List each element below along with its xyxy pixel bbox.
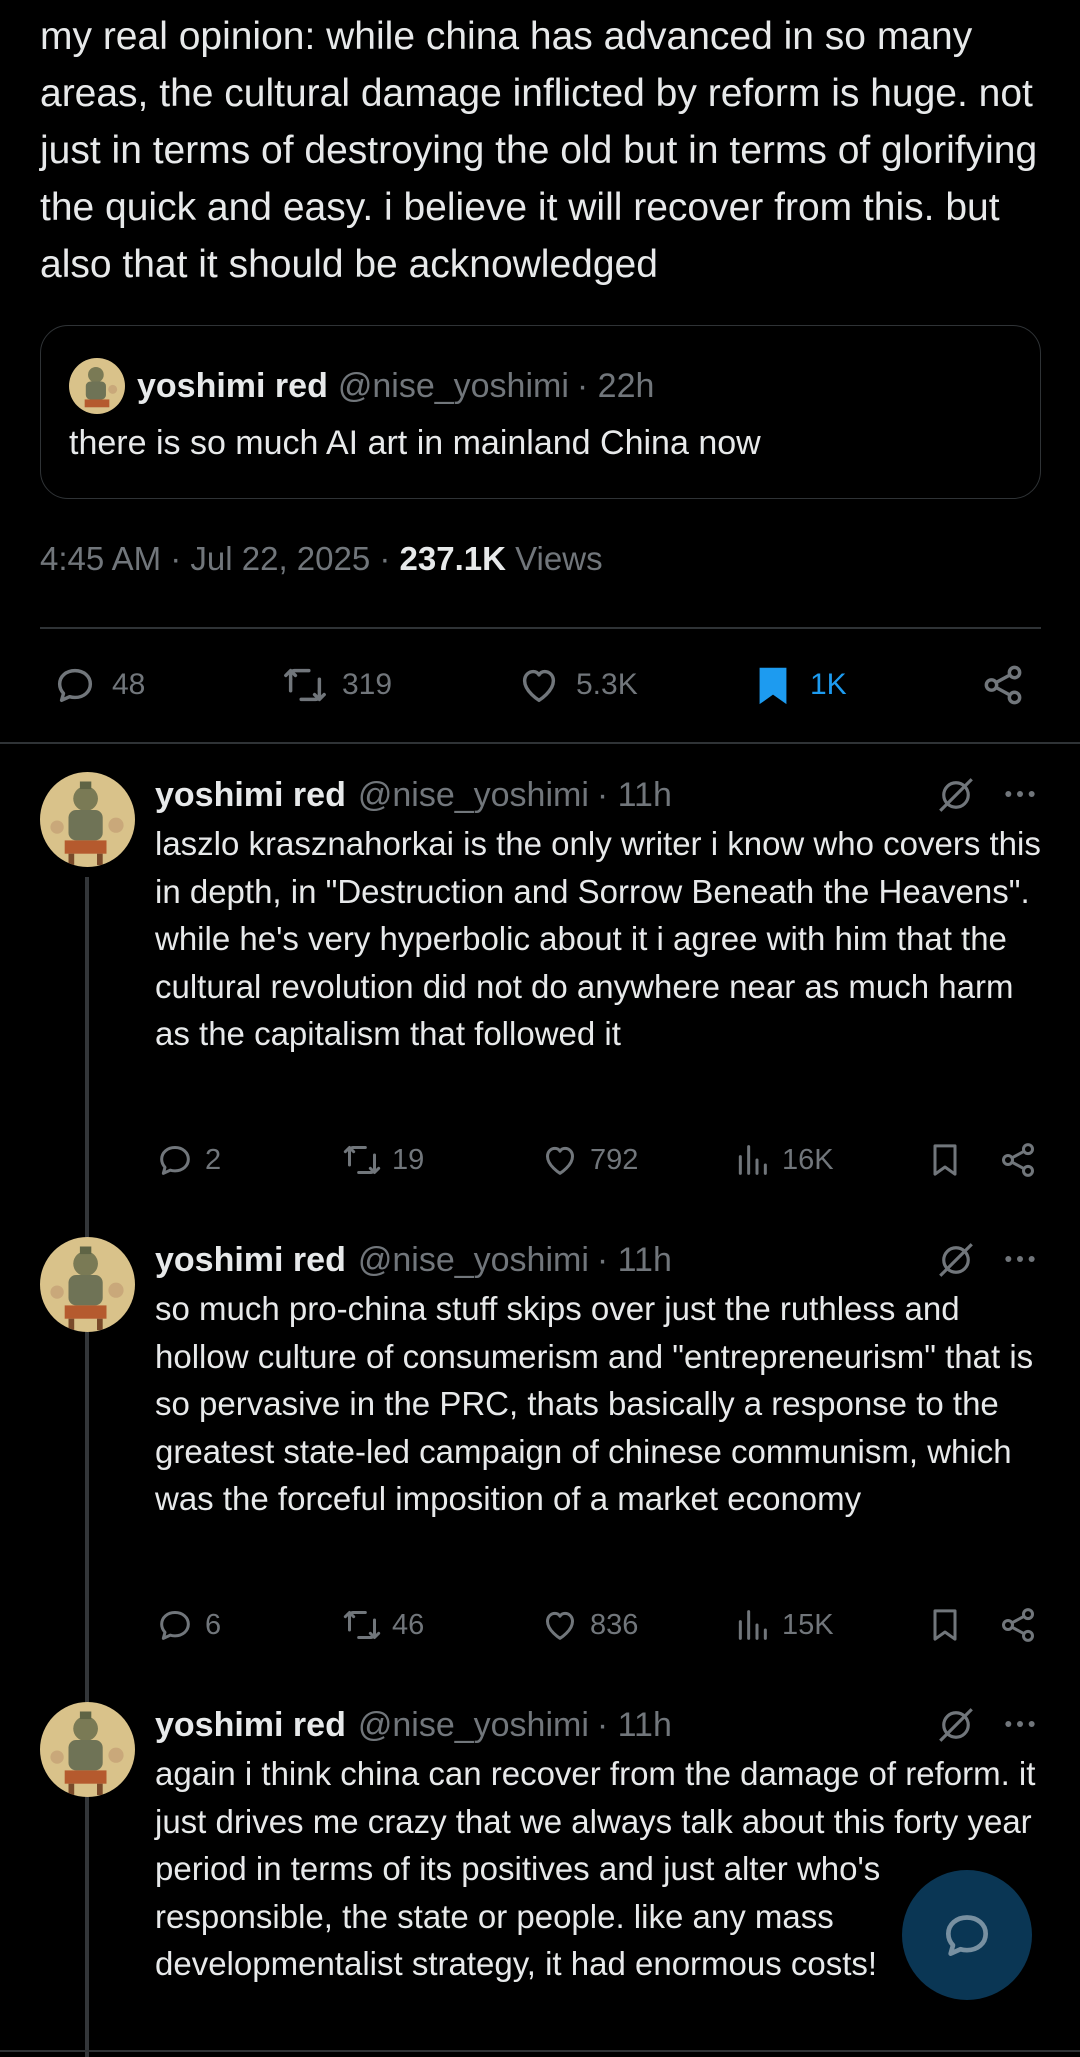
bookmark-button[interactable]: 1K [750,662,847,708]
repost-count: 319 [342,668,393,701]
post-time: · 11h [596,775,672,814]
divider [0,742,1080,744]
reply-actions: 2 19 792 16K [0,1140,1080,1190]
views-button[interactable]: 16K [732,1140,834,1180]
bookmark-icon[interactable] [925,1140,965,1180]
quoted-author-handle[interactable]: @nise_yoshimi [338,367,569,406]
divider [0,2050,1080,2052]
reply-actions: 6 46 836 15K [0,1605,1080,1655]
more-icon[interactable] [1000,1239,1040,1279]
more-icon[interactable] [1000,1704,1040,1744]
author-name[interactable]: yoshimi red [155,776,346,815]
reply-count: 48 [112,668,146,701]
reply-button[interactable]: 48 [52,662,145,708]
post-timestamp: 4:45 AM · Jul 22, 2025 · 237.1K Views [40,540,603,578]
reply-header: yoshimi red @nise_yoshimi · 11h [155,1700,672,1750]
reply-header: yoshimi red @nise_yoshimi · 11h [155,770,672,820]
reply-count: 6 [205,1608,222,1641]
repost-count: 46 [392,1608,425,1641]
bookmark-icon [759,667,787,705]
quoted-post-text: there is so much AI art in mainland Chin… [69,424,761,462]
author-handle[interactable]: @nise_yoshimi [358,776,589,815]
reply-post[interactable]: yoshimi red @nise_yoshimi · 11h so much … [0,1235,1080,1655]
reply-icon [946,1915,988,1956]
avatar[interactable] [69,358,125,414]
repost-icon [343,1611,381,1639]
grok-icon[interactable] [935,1239,977,1281]
views-count: 15K [782,1608,834,1641]
like-button[interactable]: 5.3K [516,662,638,708]
author-name[interactable]: yoshimi red [155,1706,346,1745]
quoted-post-time: · 22h [576,366,655,405]
like-count: 5.3K [576,668,638,701]
views-button[interactable]: 15K [732,1605,834,1645]
author-handle[interactable]: @nise_yoshimi [358,1241,589,1280]
divider [40,627,1041,629]
like-button[interactable]: 836 [540,1605,638,1645]
repost-button[interactable]: 319 [282,662,392,708]
reply-header: yoshimi red @nise_yoshimi · 11h [155,1235,672,1285]
heart-icon [546,1146,574,1175]
repost-button[interactable]: 46 [342,1605,424,1645]
repost-count: 19 [392,1143,425,1176]
reply-icon [160,1146,190,1175]
reply-count: 2 [205,1143,222,1176]
like-count: 836 [590,1608,639,1641]
views-label: Views [505,540,603,577]
reply-text: so much pro-china stuff skips over just … [155,1290,1034,1517]
more-icon[interactable] [1000,774,1040,814]
share-icon [984,665,1022,705]
avatar[interactable] [40,1237,135,1332]
avatar[interactable] [40,772,135,867]
repost-button[interactable]: 19 [342,1140,424,1180]
reply-button[interactable]: 6 [155,1605,221,1645]
heart-icon [546,1611,574,1640]
views-count[interactable]: 237.1K [400,540,506,577]
post-time: · 11h [596,1240,672,1279]
post-actions: 48 319 5.3K 1K [0,655,1080,715]
heart-icon [522,669,556,703]
views-count: 16K [782,1143,834,1176]
post-time: · 11h [596,1705,672,1744]
quoted-post-header: yoshimi red @nise_yoshimi · 22h [69,356,654,416]
like-count: 792 [590,1143,639,1176]
quoted-author-name[interactable]: yoshimi red [137,367,328,406]
reply-button[interactable]: 2 [155,1140,221,1180]
grok-icon[interactable] [935,774,977,816]
compose-reply-button[interactable] [902,1870,1032,2000]
quoted-post[interactable]: yoshimi red @nise_yoshimi · 22h there is… [40,325,1041,499]
grok-icon[interactable] [935,1704,977,1746]
share-icon[interactable] [998,1140,1038,1180]
reply-icon [160,1611,190,1640]
main-post-text: my real opinion: while china has advance… [40,15,1038,286]
author-name[interactable]: yoshimi red [155,1241,346,1280]
main-post: my real opinion: while china has advance… [40,8,1040,293]
like-button[interactable]: 792 [540,1140,638,1180]
reply-text: laszlo krasznahorkai is the only writer … [155,825,1041,1052]
reply-post[interactable]: yoshimi red @nise_yoshimi · 11h again i … [0,1700,1080,2057]
author-handle[interactable]: @nise_yoshimi [358,1706,589,1745]
share-button[interactable] [980,662,1040,708]
analytics-icon [738,1145,767,1175]
share-icon[interactable] [998,1605,1038,1645]
avatar[interactable] [40,1702,135,1797]
repost-icon [343,1146,381,1174]
repost-icon [284,668,326,702]
reply-post[interactable]: yoshimi red @nise_yoshimi · 11h laszlo k… [0,770,1080,1190]
reply-icon [57,668,93,703]
bookmark-icon[interactable] [925,1605,965,1645]
post-time-date: 4:45 AM · Jul 22, 2025 · [40,540,400,577]
bookmark-count: 1K [810,668,847,701]
analytics-icon [738,1610,767,1640]
